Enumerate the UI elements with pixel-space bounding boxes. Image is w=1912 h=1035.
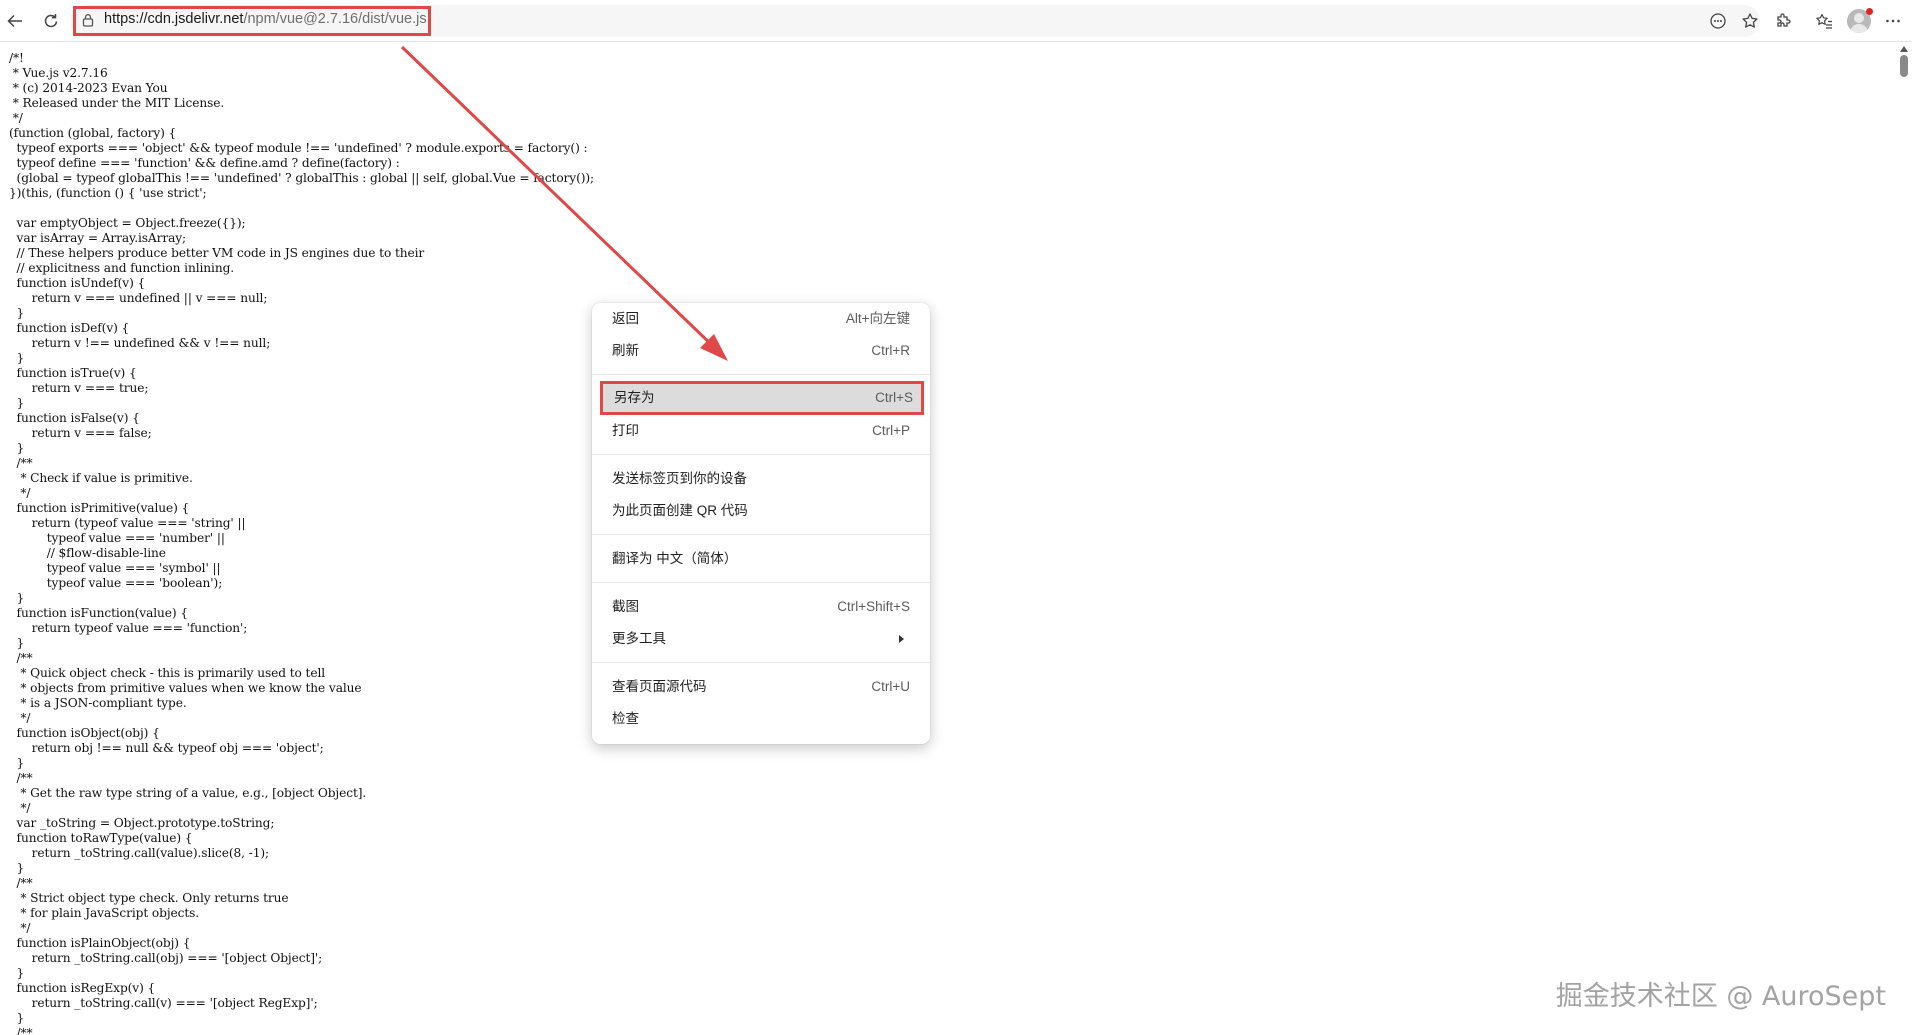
menu-item-label: 刷新 [612,343,639,358]
menu-item-label: 更多工具 [612,631,666,646]
menu-item-send-tab[interactable]: 发送标签页到你的设备 [604,464,918,494]
menu-item-back[interactable]: 返回 Alt+向左键 [604,304,918,334]
menu-item-translate[interactable]: 翻译为 中文（简体） [604,544,918,574]
menu-separator [592,662,930,663]
menu-item-refresh[interactable]: 刷新 Ctrl+R [604,336,918,366]
menu-separator [592,582,930,583]
menu-item-label: 另存为 [614,390,655,405]
favorites-icon[interactable] [1811,8,1837,34]
menu-item-label: 翻译为 中文（简体） [612,551,738,566]
menu-item-label: 发送标签页到你的设备 [612,471,747,486]
menu-item-print[interactable]: 打印 Ctrl+P [604,416,918,446]
menu-item-save-as[interactable]: 另存为 Ctrl+S [600,381,924,415]
menu-item-label: 查看页面源代码 [612,679,707,694]
reading-icon[interactable] [1705,8,1731,34]
menu-item-screenshot[interactable]: 截图 Ctrl+Shift+S [604,592,918,622]
url-path: /npm/vue@2.7.16/dist/vue.js [243,11,427,27]
menu-item-inspect[interactable]: 检查 [604,704,918,734]
vertical-scrollbar[interactable] [1897,42,1912,1035]
lock-icon[interactable] [81,13,95,27]
menu-item-create-qr[interactable]: 为此页面创建 QR 代码 [604,496,918,526]
menu-item-label: 检查 [612,711,639,726]
menu-item-label: 返回 [612,311,639,326]
menu-item-label: 为此页面创建 QR 代码 [612,503,748,518]
scrollbar-thumb[interactable] [1900,55,1908,77]
more-icon[interactable] [1880,8,1906,34]
url-host: https://cdn.jsdelivr.net [104,11,244,27]
watermark: 掘金技术社区 @ AuroSept [1555,981,1886,1012]
menu-item-label: 打印 [612,423,639,438]
browser-toolbar: https://cdn.jsdelivr.net/npm/vue@2.7.16/… [0,0,1912,42]
favorite-star-icon[interactable] [1737,8,1763,34]
submenu-arrow-icon [899,635,904,643]
menu-separator [592,534,930,535]
menu-item-shortcut: Alt+向左键 [845,311,910,326]
profile-notification-dot [1866,8,1873,15]
menu-item-shortcut: Ctrl+Shift+S [837,599,910,614]
menu-item-more-tools[interactable]: 更多工具 [604,624,918,654]
menu-item-shortcut: Ctrl+P [872,423,910,438]
url-text[interactable]: https://cdn.jsdelivr.net/npm/vue@2.7.16/… [104,11,427,27]
page-source-code: /*! * Vue.js v2.7.16 * (c) 2014-2023 Eva… [9,51,595,1035]
extensions-icon[interactable] [1770,8,1796,34]
scroll-up-arrow-icon[interactable] [1900,46,1908,52]
menu-item-shortcut: Ctrl+R [871,343,910,358]
menu-item-shortcut: Ctrl+U [871,679,910,694]
menu-separator [592,454,930,455]
menu-item-view-source[interactable]: 查看页面源代码 Ctrl+U [604,672,918,702]
menu-item-label: 截图 [612,599,639,614]
refresh-icon[interactable] [38,8,64,34]
menu-separator [592,374,930,375]
menu-item-shortcut: Ctrl+S [875,390,913,405]
back-arrow-icon[interactable] [2,8,28,34]
